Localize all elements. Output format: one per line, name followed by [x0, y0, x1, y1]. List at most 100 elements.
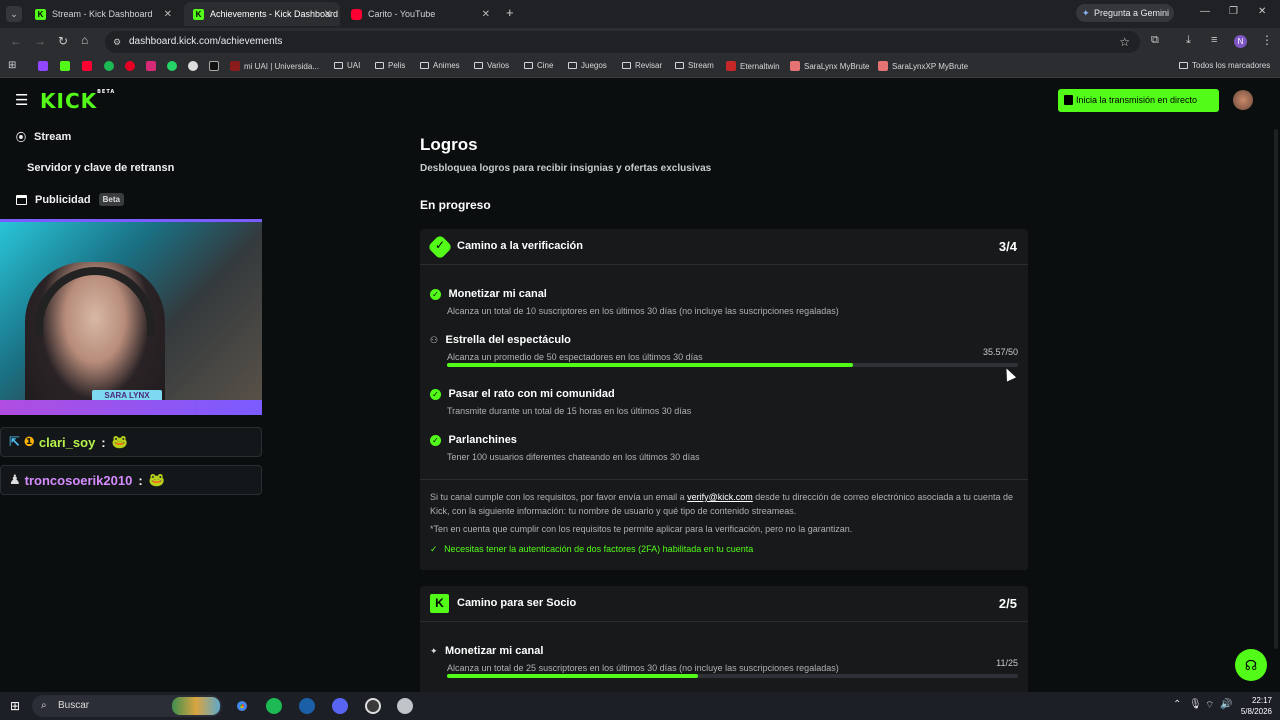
- bookmark-folder-varios[interactable]: Varios: [474, 61, 509, 70]
- url-text: dashboard.kick.com/achievements: [129, 36, 283, 47]
- apps-grid-icon[interactable]: ⊞: [8, 60, 16, 71]
- achievement-item: ⚇ Estrella del espectáculo Alcanza un pr…: [430, 330, 1018, 367]
- forward-arrow-icon[interactable]: →: [34, 34, 46, 48]
- whatsapp-bookmark-icon[interactable]: [167, 61, 177, 71]
- tab-list-chevron-icon[interactable]: ⌄: [6, 6, 22, 22]
- folder-icon: [1179, 62, 1188, 69]
- progress-bar: [447, 363, 1018, 367]
- cam-bottom-bar: [0, 400, 262, 415]
- chat-message: ♟ troncosoerik2010 : 🐸: [0, 465, 262, 495]
- spotify-bookmark-icon[interactable]: [104, 61, 114, 71]
- emote-icon: 🐸: [148, 472, 165, 487]
- twofa-requirement: ✓ Necesitas tener la autenticación de do…: [430, 544, 754, 554]
- tiktok-bookmark-icon[interactable]: [209, 61, 219, 71]
- kick-dashboard: ☰ KICKBETA Inicia la transmisión en dire…: [0, 79, 1280, 706]
- bookmark-folder-animes[interactable]: Animes: [420, 61, 460, 70]
- kick-bookmark-icon[interactable]: [60, 61, 70, 71]
- achievement-desc: Alcanza un total de 10 suscriptores en l…: [447, 306, 839, 316]
- windows-taskbar: ⊞ ⌕ Buscar ⌃ 🎙 ⌔ 🔊 22:17 5/8/2026: [0, 692, 1280, 720]
- address-bar[interactable]: ⚙ dashboard.kick.com/achievements ☆: [105, 31, 1140, 53]
- kick-logo[interactable]: KICKBETA: [40, 89, 115, 113]
- card-header[interactable]: ✓ Camino a la verificación 3/4: [420, 229, 1028, 265]
- folder-icon: [622, 62, 631, 69]
- extensions-icon[interactable]: ⧉: [1151, 34, 1159, 47]
- card-title: Camino a la verificación: [457, 240, 583, 252]
- tab-stream[interactable]: K Stream - Kick Dashboard ✕: [26, 2, 180, 26]
- bookmark-star-icon[interactable]: ☆: [1119, 31, 1130, 53]
- sidebar-item-ads[interactable]: Publicidad Beta: [16, 193, 124, 206]
- minimize-window-icon[interactable]: —: [1200, 6, 1210, 17]
- go-live-button[interactable]: Inicia la transmisión en directo: [1058, 89, 1219, 112]
- clock[interactable]: 22:17 5/8/2026: [1238, 695, 1272, 717]
- user-avatar[interactable]: [1233, 90, 1253, 110]
- microphone-icon[interactable]: 🎙: [1189, 699, 1202, 710]
- close-tab-icon[interactable]: ✕: [482, 9, 490, 20]
- close-window-icon[interactable]: ✕: [1258, 6, 1266, 17]
- back-arrow-icon[interactable]: ←: [10, 34, 22, 48]
- sidebar-item-server-key[interactable]: Servidor y clave de retransn: [27, 162, 174, 174]
- twitch-bookmark-icon[interactable]: [38, 61, 48, 71]
- achievement-desc: Alcanza un total de 25 suscriptores en l…: [447, 663, 839, 673]
- verification-note: Si tu canal cumple con los requisitos, p…: [430, 492, 1013, 516]
- volume-icon[interactable]: 🔊: [1220, 699, 1232, 710]
- site-info-icon[interactable]: ⚙: [113, 31, 121, 53]
- taskbar-search[interactable]: ⌕ Buscar: [32, 695, 222, 717]
- close-tab-icon[interactable]: ✕: [164, 9, 172, 20]
- bookmark-uai-portal[interactable]: mi UAI | Universida...: [230, 61, 319, 71]
- discord-icon[interactable]: [332, 698, 348, 714]
- home-icon[interactable]: ⌂: [81, 33, 88, 47]
- gemini-button[interactable]: ✦ Pregunta a Gemini: [1076, 4, 1174, 22]
- github-bookmark-icon[interactable]: [188, 61, 198, 71]
- browser-menu-icon[interactable]: ⋮: [1261, 33, 1273, 47]
- card-header[interactable]: K Camino para ser Socio 2/5: [420, 586, 1028, 622]
- bookmark-folder-stream[interactable]: Stream: [675, 61, 714, 70]
- bookmark-folder-juegos[interactable]: Juegos: [568, 61, 607, 70]
- app-icon[interactable]: [397, 698, 413, 714]
- achievement-item: ✦ Monetizar mi canal Alcanza un total de…: [430, 641, 1018, 678]
- new-tab-plus-icon[interactable]: +: [506, 5, 514, 20]
- bookmark-saralynx-mybrute[interactable]: SaraLynx MyBrute: [790, 61, 870, 71]
- download-icon[interactable]: ⤓: [1186, 34, 1191, 47]
- pinterest-bookmark-icon[interactable]: [125, 61, 135, 71]
- instagram-bookmark-icon[interactable]: [146, 61, 156, 71]
- search-icon: ⌕: [41, 700, 47, 711]
- media-control-icon[interactable]: ≡: [1211, 34, 1217, 46]
- verification-card: ✓ Camino a la verificación 3/4 ✓ Monetiz…: [420, 229, 1028, 570]
- achievement-desc: Transmite durante un total de 15 horas e…: [447, 406, 692, 416]
- beta-badge: Beta: [98, 193, 124, 206]
- hamburger-menu-icon[interactable]: ☰: [15, 91, 28, 109]
- achievement-item: ✓ Parlanchines Tener 100 usuarios difere…: [430, 430, 1018, 462]
- bookmark-folder-revisar[interactable]: Revisar: [622, 61, 662, 70]
- bookmark-eternaltwin[interactable]: Eternaltwin: [726, 61, 780, 71]
- achievement-desc: Tener 100 usuarios diferentes chateando …: [447, 452, 700, 462]
- bookmark-saralynxxp-mybrute[interactable]: SaraLynxXP MyBrute: [878, 61, 968, 71]
- card-progress-count: 2/5: [998, 596, 1017, 611]
- obs-icon[interactable]: [365, 698, 381, 714]
- wifi-icon[interactable]: ⌔: [1205, 699, 1214, 712]
- bookmark-folder-cine[interactable]: Cine: [524, 61, 553, 70]
- tray-chevron-icon[interactable]: ⌃: [1173, 699, 1181, 710]
- sidebar-item-stream[interactable]: ⦿ Stream: [16, 129, 71, 145]
- windows-start-icon[interactable]: ⊞: [10, 699, 20, 713]
- scrollbar[interactable]: [1274, 129, 1278, 649]
- achievement-desc: Alcanza un promedio de 50 espectadores e…: [447, 352, 703, 362]
- tab-youtube[interactable]: Carito - YouTube ✕: [342, 2, 498, 26]
- tab-achievements[interactable]: K Achievements - Kick Dashboard ✕: [184, 2, 340, 26]
- clock-date: 5/8/2026: [1240, 707, 1272, 716]
- close-tab-icon[interactable]: ✕: [324, 9, 332, 20]
- help-chat-button[interactable]: ☊: [1235, 649, 1267, 681]
- viewers-icon: ⚇: [430, 335, 439, 345]
- progress-fill: [447, 363, 854, 367]
- all-bookmarks-folder[interactable]: Todos los marcadores: [1179, 61, 1270, 70]
- reload-icon[interactable]: ↻: [58, 34, 68, 48]
- bookmarks-bar: ⊞ mi UAI | Universida... UAI Pelis Anime…: [0, 56, 1280, 78]
- chrome-icon[interactable]: [234, 698, 250, 714]
- restore-window-icon[interactable]: ❐: [1229, 6, 1238, 17]
- youtube-bookmark-icon[interactable]: [82, 61, 92, 71]
- profile-avatar[interactable]: N: [1234, 35, 1247, 48]
- steam-icon[interactable]: [299, 698, 315, 714]
- bookmark-folder-pelis[interactable]: Pelis: [375, 61, 405, 70]
- bookmark-folder-uai[interactable]: UAI: [334, 61, 360, 70]
- verify-email-link[interactable]: verify@kick.com: [687, 492, 753, 502]
- spotify-icon[interactable]: [266, 698, 282, 714]
